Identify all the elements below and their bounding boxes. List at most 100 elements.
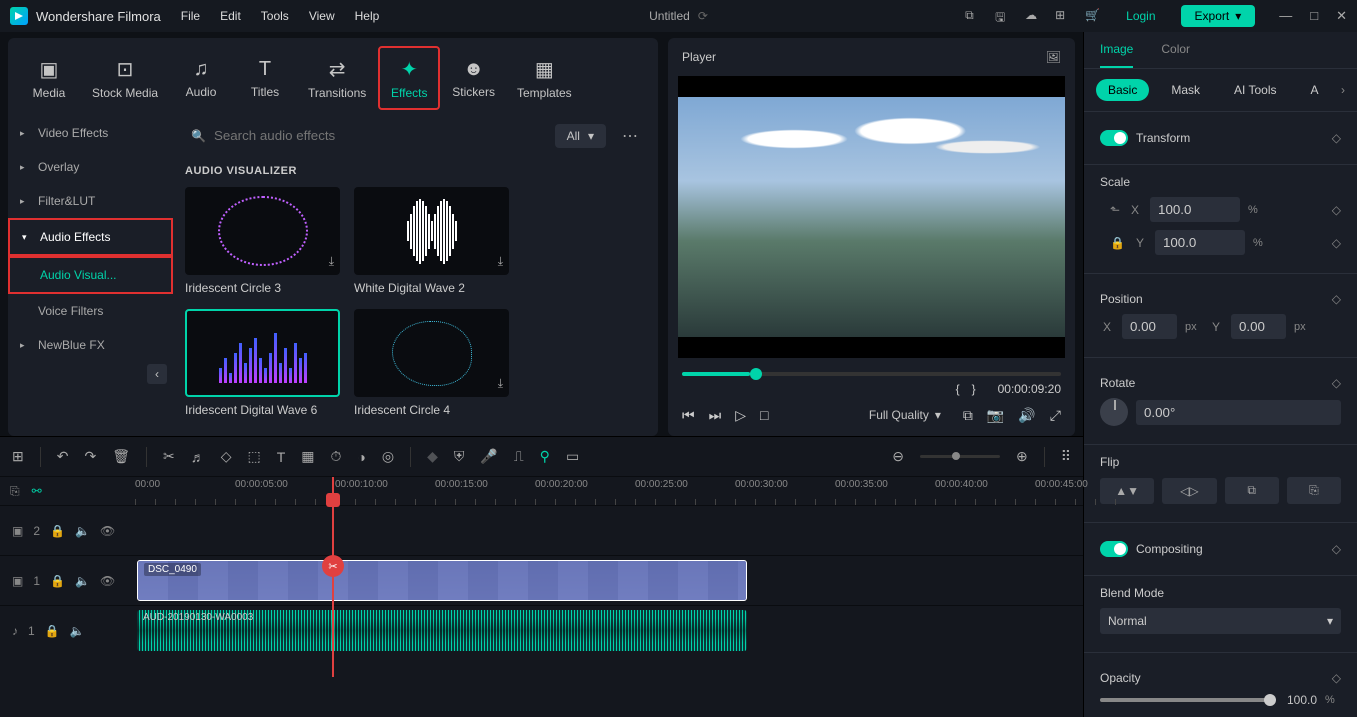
subtab-mask[interactable]: Mask [1159,79,1212,101]
device-icon[interactable]: ⧉ [965,8,981,24]
enhance-icon[interactable]: ◎ [382,448,394,465]
subtab-ai-tools[interactable]: AI Tools [1222,79,1288,101]
keyframe-icon[interactable]: ◇ [1332,671,1341,685]
next-frame-button[interactable]: ⏭ [709,407,722,424]
minimize-button[interactable]: — [1279,8,1292,24]
zoom-slider[interactable] [920,455,1000,458]
playhead[interactable]: ✂ [332,477,334,677]
playback-slider[interactable] [682,372,1061,376]
sidebar-item-overlay[interactable]: ▸Overlay [8,150,173,184]
position-x-input[interactable] [1122,314,1177,339]
rotate-input[interactable] [1136,400,1341,425]
snapshot-icon[interactable]: 🖼 [1046,50,1061,64]
lock-icon[interactable]: 🔒 [50,574,65,588]
text-tool-icon[interactable]: T [277,449,286,465]
mute-icon[interactable]: 🔈 [75,574,90,588]
effect-card[interactable]: ⤓ White Digital Wave 2 [354,187,509,295]
track-lane-video-2[interactable] [135,506,1083,555]
play-button[interactable]: ▷ [735,407,746,424]
tab-audio[interactable]: ♫Audio [170,46,232,110]
compositing-toggle[interactable] [1100,541,1128,557]
fullscreen-icon[interactable]: ⤢ [1050,407,1061,424]
track-lane-video-1[interactable]: DSC_0490 [135,556,1083,605]
effect-card[interactable]: Iridescent Digital Wave 6 [185,309,340,417]
preview-viewport[interactable] [678,76,1065,358]
lock-ratio-icon[interactable]: 🔒 [1110,236,1125,250]
download-icon[interactable]: ⤓ [329,254,334,269]
maximize-button[interactable]: □ [1310,8,1318,24]
prev-frame-button[interactable]: ⏮ [682,407,695,424]
sidebar-item-voice-filters[interactable]: Voice Filters [8,294,173,328]
timeline-options-icon[interactable]: ⎘ [10,484,20,499]
keyframe-icon[interactable]: ◇ [1332,292,1341,306]
music-tool-icon[interactable]: ♬ [191,449,205,465]
stop-button[interactable]: □ [760,407,768,423]
sidebar-item-filter-lut[interactable]: ▸Filter&LUT [8,184,173,218]
apps-icon[interactable]: ⊞ [1055,8,1071,24]
more-options-button[interactable]: ⋯ [616,126,646,146]
keyframe-icon[interactable]: ◇ [1332,542,1341,556]
rotate-knob[interactable] [1100,398,1128,426]
download-icon[interactable]: ⤓ [498,254,503,269]
tag-icon[interactable]: ◇ [221,448,232,465]
cut-button[interactable]: ✂ [163,448,175,465]
adjust-icon[interactable]: ▦ [301,448,314,465]
close-button[interactable]: ✕ [1336,8,1347,24]
sidebar-item-audio-effects[interactable]: ▾Audio Effects [8,218,173,256]
mixer-icon[interactable]: ⎍ [514,448,524,465]
sidebar-item-audio-visualizer[interactable]: Audio Visual... [8,256,173,294]
color-icon[interactable]: ◑ [357,449,365,465]
subtab-more[interactable]: A [1298,79,1330,101]
layout-icon[interactable]: ⊞ [12,448,24,465]
blend-mode-select[interactable]: Normal▾ [1100,608,1341,634]
link-tracks-icon[interactable]: ⚯ [32,484,42,498]
login-button[interactable]: Login [1115,4,1166,28]
save-icon[interactable]: 🖫 [995,8,1011,24]
lock-icon[interactable]: 🔒 [50,524,65,538]
visibility-icon[interactable]: 👁 [100,524,115,538]
crop-icon[interactable]: ⬚ [248,448,261,465]
split-button[interactable]: ✂ [322,555,344,577]
camera-icon[interactable]: 📷 [987,407,1004,424]
marker-tool-icon[interactable]: ◆ [427,448,438,465]
copy-button[interactable]: ⧉ [1225,477,1279,504]
subtab-basic[interactable]: Basic [1096,79,1149,101]
tab-effects[interactable]: ✦Effects [378,46,440,110]
speed-icon[interactable]: ⏱ [331,448,342,465]
zoom-in-button[interactable]: ⊕ [1016,448,1028,465]
timeline-ruler[interactable]: 00:0000:00:05:0000:00:10:0000:00:15:0000… [135,477,1083,505]
keyframe-icon[interactable]: ◇ [1332,376,1341,390]
download-icon[interactable]: ⤓ [498,376,503,391]
display-icon[interactable]: ⧉ [963,407,973,424]
filter-dropdown[interactable]: All▾ [555,124,606,148]
track-lane-audio-1[interactable]: AUD-20190130-WA0003 [135,606,1083,655]
timeline-settings-icon[interactable]: ⠿ [1061,448,1071,465]
lock-icon[interactable]: 🔒 [45,624,60,638]
keyframe-icon[interactable]: ◇ [1332,203,1341,217]
cart-icon[interactable]: 🛒 [1085,8,1101,24]
marker-out[interactable]: } [972,382,976,396]
visibility-icon[interactable]: 👁 [100,574,115,588]
paste-button[interactable]: ⎘ [1287,477,1341,504]
cloud-sync-icon[interactable]: ⟳ [698,9,708,23]
video-clip[interactable]: DSC_0490 [137,560,747,601]
sidebar-item-video-effects[interactable]: ▸Video Effects [8,116,173,150]
undo-button[interactable]: ↶ [57,448,69,465]
collapse-sidebar-button[interactable]: ‹ [147,364,167,384]
flip-horizontal-button[interactable]: ▲▼ [1100,478,1154,504]
sidebar-item-newblue-fx[interactable]: ▸NewBlue FX [8,328,173,362]
mute-icon[interactable]: 🔈 [70,624,85,638]
magnet-icon[interactable]: ⚲ [540,448,550,465]
tab-templates[interactable]: ▦Templates [507,46,582,110]
audio-clip[interactable]: AUD-20190130-WA0003 [137,610,747,651]
marker-in[interactable]: { [956,382,960,396]
tab-transitions[interactable]: ⇄Transitions [298,46,376,110]
menu-edit[interactable]: Edit [220,9,241,23]
delete-button[interactable]: 🗑 [112,448,130,465]
mic-icon[interactable]: 🎤 [480,448,497,465]
export-button[interactable]: Export▾ [1181,5,1256,27]
search-input[interactable] [214,128,539,143]
tab-stickers[interactable]: ☻Stickers [442,46,505,110]
inspector-tab-color[interactable]: Color [1161,42,1190,68]
opacity-slider[interactable] [1100,698,1271,702]
